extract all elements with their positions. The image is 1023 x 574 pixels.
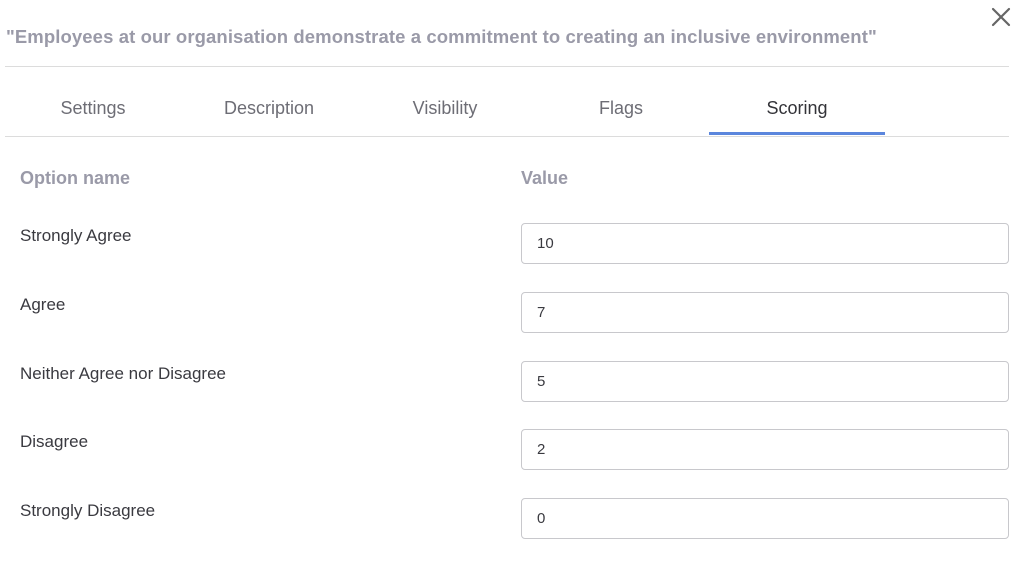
close-button[interactable] — [988, 4, 1014, 30]
tab-visibility[interactable]: Visibility — [357, 82, 533, 135]
option-label-neither: Neither Agree nor Disagree — [20, 364, 227, 383]
option-label-agree: Agree — [20, 295, 66, 314]
title-divider — [5, 66, 1009, 67]
option-label-strongly-disagree: Strongly Disagree — [20, 501, 156, 520]
tab-scoring[interactable]: Scoring — [709, 82, 885, 135]
value-input-strongly-agree[interactable] — [521, 223, 1009, 264]
option-label-disagree: Disagree — [20, 432, 89, 451]
tab-bar: Settings Description Visibility Flags Sc… — [5, 82, 1009, 137]
tab-description[interactable]: Description — [181, 82, 357, 135]
value-input-agree[interactable] — [521, 292, 1009, 333]
option-label-strongly-agree: Strongly Agree — [20, 226, 132, 245]
close-icon — [991, 7, 1011, 27]
scoring-dialog: "Employees at our organisation demonstra… — [0, 0, 1023, 574]
value-input-neither[interactable] — [521, 361, 1009, 402]
value-input-strongly-disagree[interactable] — [521, 498, 1009, 539]
value-input-disagree[interactable] — [521, 429, 1009, 470]
option-name-header: Option name — [20, 168, 131, 188]
value-header: Value — [521, 168, 569, 188]
dialog-title: "Employees at our organisation demonstra… — [6, 26, 877, 47]
tab-settings[interactable]: Settings — [5, 82, 181, 135]
tab-flags[interactable]: Flags — [533, 82, 709, 135]
